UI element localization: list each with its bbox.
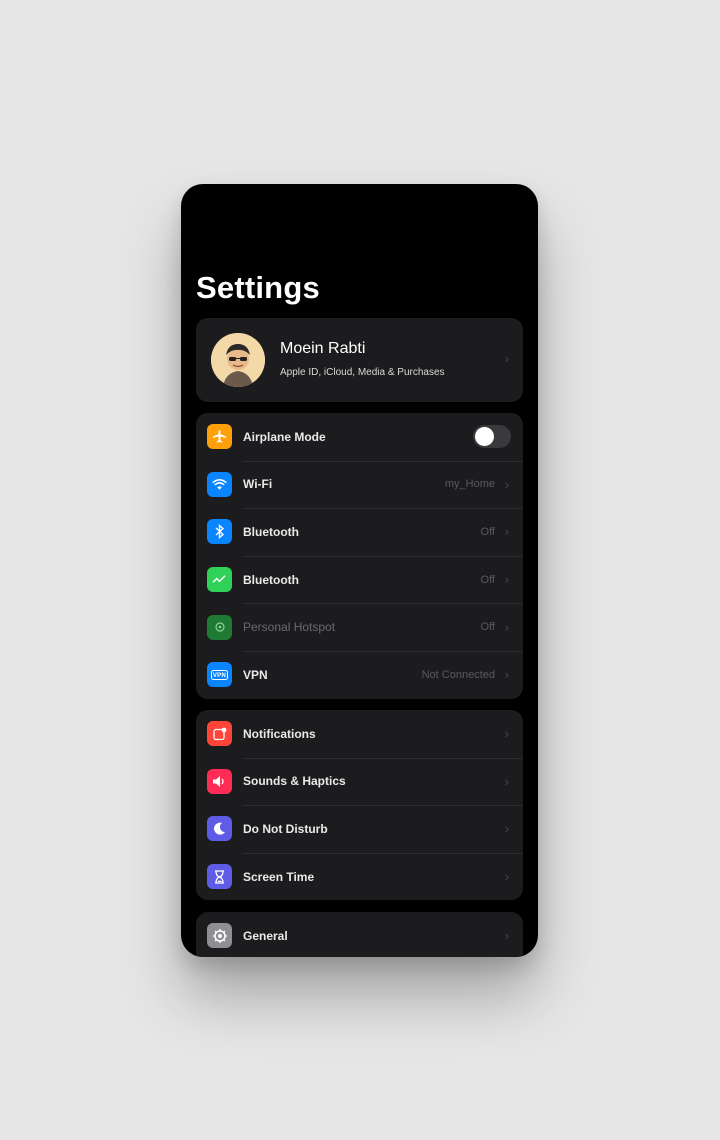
settings-row-airplane-mode[interactable]: Airplane Mode bbox=[196, 413, 523, 461]
page-title: Settings bbox=[196, 270, 320, 305]
svg-text:VPN: VPN bbox=[213, 673, 226, 679]
settings-row-label: Airplane Mode bbox=[243, 429, 326, 444]
vpn-value: Not Connected bbox=[421, 668, 495, 681]
connectivity-group: Airplane Mode Wi-Fi my_Home › Bluetooth … bbox=[196, 413, 523, 699]
chevron-right-icon: › bbox=[504, 928, 509, 944]
settings-row-cellular[interactable]: Bluetooth Off › bbox=[196, 555, 523, 604]
wifi-value: my_Home bbox=[444, 478, 495, 491]
notifications-icon bbox=[207, 721, 232, 747]
airplane-icon bbox=[207, 424, 232, 450]
settings-row-label: General bbox=[243, 928, 288, 943]
settings-row-sounds-haptics[interactable]: Sounds & Haptics › bbox=[196, 757, 523, 806]
settings-row-notifications[interactable]: Notifications › bbox=[196, 710, 523, 758]
settings-row-do-not-disturb[interactable]: Do Not Disturb › bbox=[196, 805, 523, 853]
chevron-right-icon: › bbox=[504, 726, 509, 742]
settings-row-general[interactable]: General › bbox=[196, 912, 523, 957]
moon-icon bbox=[207, 816, 232, 842]
cellular-value: Off bbox=[480, 573, 495, 586]
profile-subtitle: Apple ID, iCloud, Media & Purchases bbox=[280, 367, 445, 378]
gear-icon bbox=[207, 923, 232, 949]
settings-row-label: Bluetooth bbox=[243, 524, 299, 539]
chevron-right-icon: › bbox=[504, 351, 509, 366]
settings-row-screen-time[interactable]: Screen Time › bbox=[196, 852, 523, 901]
chevron-right-icon: › bbox=[504, 773, 509, 789]
wifi-icon bbox=[207, 471, 232, 497]
settings-row-label: Screen Time bbox=[243, 869, 315, 884]
chevron-right-icon: › bbox=[504, 619, 509, 635]
settings-row-wifi[interactable]: Wi-Fi my_Home › bbox=[196, 460, 523, 509]
alerts-group: Notifications › Sounds & Haptics › Do No… bbox=[196, 710, 523, 901]
settings-row-bluetooth[interactable]: Bluetooth Off › bbox=[196, 508, 523, 556]
chevron-right-icon: › bbox=[504, 821, 509, 837]
chevron-right-icon: › bbox=[504, 869, 509, 885]
cellular-icon bbox=[207, 567, 232, 593]
settings-row-label: Notifications bbox=[243, 726, 316, 741]
settings-row-label: Personal Hotspot bbox=[243, 620, 336, 635]
settings-row-vpn[interactable]: VPN VPN Not Connected › bbox=[196, 650, 523, 699]
settings-screen: Settings Moein Rabti Apple ID, iCloud, M… bbox=[181, 184, 538, 957]
chevron-right-icon: › bbox=[504, 476, 509, 492]
settings-row-label: Wi-Fi bbox=[243, 477, 273, 492]
profile-name: Moein Rabti bbox=[280, 340, 366, 357]
bluetooth-icon bbox=[207, 519, 232, 545]
bluetooth-value: Off bbox=[480, 525, 495, 538]
settings-row-personal-hotspot[interactable]: Personal Hotspot Off › bbox=[196, 603, 523, 651]
airplane-mode-toggle[interactable] bbox=[473, 425, 511, 449]
profile-card[interactable]: Moein Rabti Apple ID, iCloud, Media & Pu… bbox=[196, 318, 523, 402]
hourglass-icon bbox=[207, 864, 232, 890]
chevron-right-icon: › bbox=[504, 524, 509, 540]
settings-row-label: VPN bbox=[243, 667, 268, 682]
hotspot-icon bbox=[207, 614, 232, 640]
chevron-right-icon: › bbox=[504, 667, 509, 683]
settings-row-label: Do Not Disturb bbox=[243, 821, 328, 836]
speaker-icon bbox=[207, 768, 232, 794]
avatar bbox=[211, 333, 265, 387]
general-group: General › bbox=[196, 912, 523, 957]
vpn-icon: VPN bbox=[207, 662, 232, 688]
settings-row-label: Bluetooth bbox=[243, 572, 299, 587]
hotspot-value: Off bbox=[480, 621, 495, 634]
settings-row-label: Sounds & Haptics bbox=[243, 774, 346, 789]
chevron-right-icon: › bbox=[504, 572, 509, 588]
